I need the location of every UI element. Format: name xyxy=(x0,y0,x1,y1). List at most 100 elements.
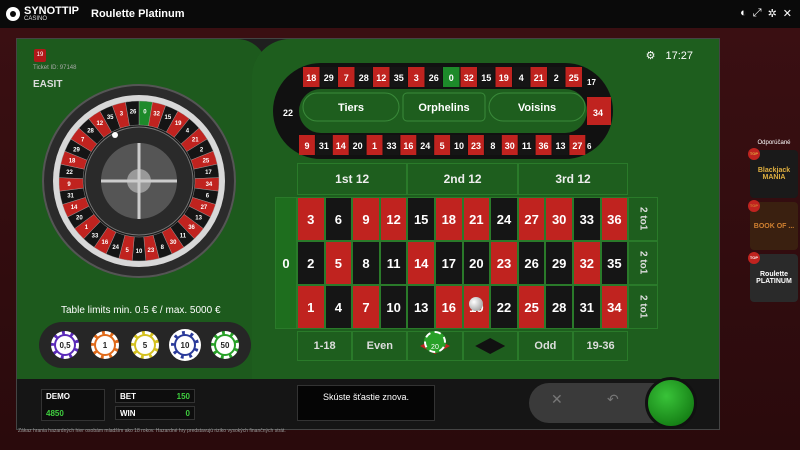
synottip-logo[interactable]: SYNOTTIP CASINO xyxy=(6,6,79,22)
high-19-36[interactable]: 19-36 xyxy=(573,331,629,361)
wheel-number: 23 xyxy=(147,248,154,254)
number-26[interactable]: 26 xyxy=(517,241,546,285)
close-icon[interactable]: ✕ xyxy=(783,7,792,20)
chip-50[interactable]: 50 xyxy=(211,331,239,359)
number-29[interactable]: 29 xyxy=(545,241,573,285)
wheel-number: 28 xyxy=(87,128,94,134)
number-27[interactable]: 27 xyxy=(517,197,546,241)
race-number: 1 xyxy=(372,141,377,151)
chip-1[interactable]: 1 xyxy=(91,331,119,359)
number-10[interactable]: 10 xyxy=(379,285,408,329)
wheel-number: 36 xyxy=(188,225,195,231)
gear-icon[interactable]: ⚙ xyxy=(646,49,656,62)
race-number: 0 xyxy=(449,73,454,83)
even-bet[interactable]: Even xyxy=(352,331,408,361)
history-badge[interactable]: 19 xyxy=(34,49,46,62)
number-18[interactable]: 18 xyxy=(435,197,463,241)
race-number: 33 xyxy=(386,141,396,151)
number-23[interactable]: 23 xyxy=(490,241,518,285)
number-14[interactable]: 14 xyxy=(407,241,435,285)
number-11[interactable]: 11 xyxy=(379,241,408,285)
number-3[interactable]: 3 xyxy=(297,197,325,241)
low-1-18[interactable]: 1-18 xyxy=(297,331,353,361)
game-window: 19 Ticket ID: 97148 EASIT 0 32 15 19 4 21 2 25 1… xyxy=(16,38,720,430)
wheel-number: 31 xyxy=(67,194,74,200)
number-33[interactable]: 33 xyxy=(573,197,601,241)
promo-book[interactable]: TOP BOOK OF ... xyxy=(748,200,798,250)
fullscreen-icon[interactable]: ⤢ xyxy=(753,7,762,20)
race-number: 14 xyxy=(336,141,346,151)
race-17: 17 xyxy=(587,78,596,87)
number-20[interactable]: 20 xyxy=(462,241,491,285)
column-bet-1[interactable]: 2 to1 xyxy=(628,197,659,241)
number-31[interactable]: 31 xyxy=(573,285,601,329)
number-35[interactable]: 35 xyxy=(600,241,629,285)
race-34: 34 xyxy=(593,108,603,118)
race-number: 15 xyxy=(481,73,491,83)
placed-chip[interactable]: 20 xyxy=(423,331,446,353)
chip-0-5[interactable]: 0,5 xyxy=(51,331,79,359)
chip-tray: 0,5 1 5 10 50 xyxy=(39,322,251,368)
race-number: 11 xyxy=(522,141,532,151)
odd-bet[interactable]: Odd xyxy=(517,331,573,361)
wheel-number: 26 xyxy=(130,109,137,115)
number-28[interactable]: 28 xyxy=(545,285,573,329)
number-34[interactable]: 34 xyxy=(600,285,629,329)
number-0[interactable]: 0 xyxy=(275,197,297,329)
number-30[interactable]: 30 xyxy=(545,197,573,241)
chip-5[interactable]: 5 xyxy=(131,331,159,359)
race-6: 6 xyxy=(587,142,592,151)
number-24[interactable]: 24 xyxy=(490,197,518,241)
number-2[interactable]: 2 xyxy=(297,241,325,285)
race-number: 30 xyxy=(505,141,515,151)
race-number: 7 xyxy=(344,73,349,83)
number-22[interactable]: 22 xyxy=(490,285,518,329)
legal-notice: Zákaz hrania hazardných hier osobám mlad… xyxy=(18,428,286,434)
race-number: 28 xyxy=(359,73,369,83)
number-4[interactable]: 4 xyxy=(324,285,353,329)
wheel-number: 27 xyxy=(201,205,208,211)
race-number: 20 xyxy=(353,141,363,151)
number-13[interactable]: 13 xyxy=(407,285,435,329)
number-5[interactable]: 5 xyxy=(324,241,353,285)
promo-roulette[interactable]: TOP Roulette PLATINUM xyxy=(748,252,798,302)
number-8[interactable]: 8 xyxy=(352,241,380,285)
race-number: 32 xyxy=(464,73,474,83)
race-22: 22 xyxy=(283,108,293,118)
number-17[interactable]: 17 xyxy=(435,241,463,285)
number-32[interactable]: 32 xyxy=(573,241,601,285)
race-number: 36 xyxy=(539,141,549,151)
number-15[interactable]: 15 xyxy=(407,197,435,241)
undo-icon[interactable]: ↶ xyxy=(607,391,619,408)
race-number: 16 xyxy=(403,141,413,151)
column-bet-2[interactable]: 2 to1 xyxy=(628,241,659,285)
dozen-3[interactable]: 3rd 12 xyxy=(517,163,629,195)
wheel-number: 16 xyxy=(102,240,109,246)
column-bet-3[interactable]: 2 to1 xyxy=(628,285,659,329)
tiers-bet: Tiers xyxy=(338,102,364,114)
shield-icon[interactable]: ◐ xyxy=(740,7,747,20)
wheel-number: 19 xyxy=(175,121,182,127)
spin-button[interactable] xyxy=(645,377,697,429)
roulette-wheel: 0 321519421225173462713361130823105241633… xyxy=(42,84,236,278)
dozen-1[interactable]: 1st 12 xyxy=(297,163,408,195)
number-25[interactable]: 25 xyxy=(517,285,546,329)
number-9[interactable]: 9 xyxy=(352,197,380,241)
chip-10[interactable]: 10 xyxy=(171,331,199,359)
number-6[interactable]: 6 xyxy=(324,197,353,241)
dozen-2[interactable]: 2nd 12 xyxy=(407,163,518,195)
number-12[interactable]: 12 xyxy=(379,197,408,241)
wheel-number: 20 xyxy=(76,216,83,222)
number-21[interactable]: 21 xyxy=(462,197,491,241)
settings-icon[interactable]: ✲ xyxy=(768,7,777,20)
number-36[interactable]: 36 xyxy=(600,197,629,241)
ticket-id: Ticket ID: 97148 xyxy=(33,65,77,71)
bet-display: BET 150 xyxy=(115,389,195,403)
number-7[interactable]: 7 xyxy=(352,285,380,329)
black-bet[interactable] xyxy=(462,331,518,361)
clear-bets-icon[interactable]: ✕ xyxy=(551,391,563,408)
race-number: 4 xyxy=(519,73,524,83)
number-1[interactable]: 1 xyxy=(297,285,325,329)
number-16[interactable]: 16 xyxy=(435,285,463,329)
promo-blackjack[interactable]: TOP Blackjack MANIA xyxy=(748,148,798,198)
